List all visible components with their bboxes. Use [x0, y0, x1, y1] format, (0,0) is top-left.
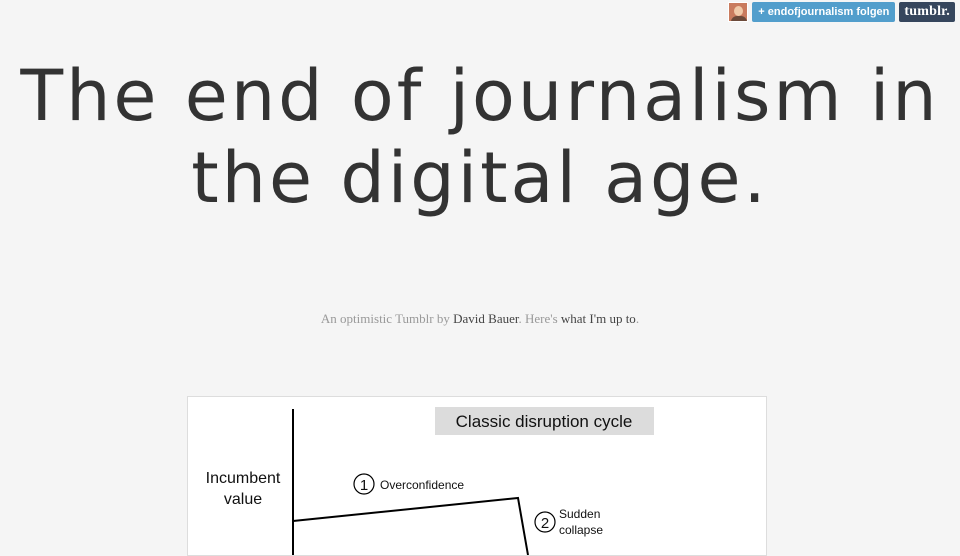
description-text: . [635, 311, 640, 326]
step-2-label-line1: Sudden [559, 507, 600, 521]
y-axis-label-line2: value [224, 491, 262, 508]
description-text: . Here's [518, 311, 561, 326]
post-image[interactable]: Classic disruption cycle Incumbent value… [187, 396, 767, 556]
step-1-number: 1 [360, 477, 368, 494]
y-axis-label-line1: Incumbent [206, 470, 281, 487]
diagram-heading: Classic disruption cycle [456, 412, 633, 431]
tumblr-controls: + endofjournalism folgen tumblr. [728, 2, 955, 22]
step-2-label-line2: collapse [559, 523, 603, 537]
step-1-label: Overconfidence [380, 478, 464, 492]
step-2-number: 2 [541, 515, 549, 532]
tumblr-logo-button[interactable]: tumblr. [899, 2, 955, 22]
description-text: An optimistic Tumblr by [320, 311, 454, 326]
follow-button[interactable]: + endofjournalism folgen [752, 2, 896, 22]
author-link[interactable]: David Bauer [453, 311, 518, 326]
blog-title[interactable]: The end of journalism in the digital age… [0, 55, 960, 219]
about-link[interactable]: what I'm up to [561, 311, 636, 326]
avatar[interactable] [728, 2, 749, 22]
disruption-cycle-diagram: Classic disruption cycle Incumbent value… [206, 407, 654, 555]
value-curve [292, 496, 529, 555]
blog-description: An optimistic Tumblr by David Bauer. Her… [0, 311, 960, 327]
